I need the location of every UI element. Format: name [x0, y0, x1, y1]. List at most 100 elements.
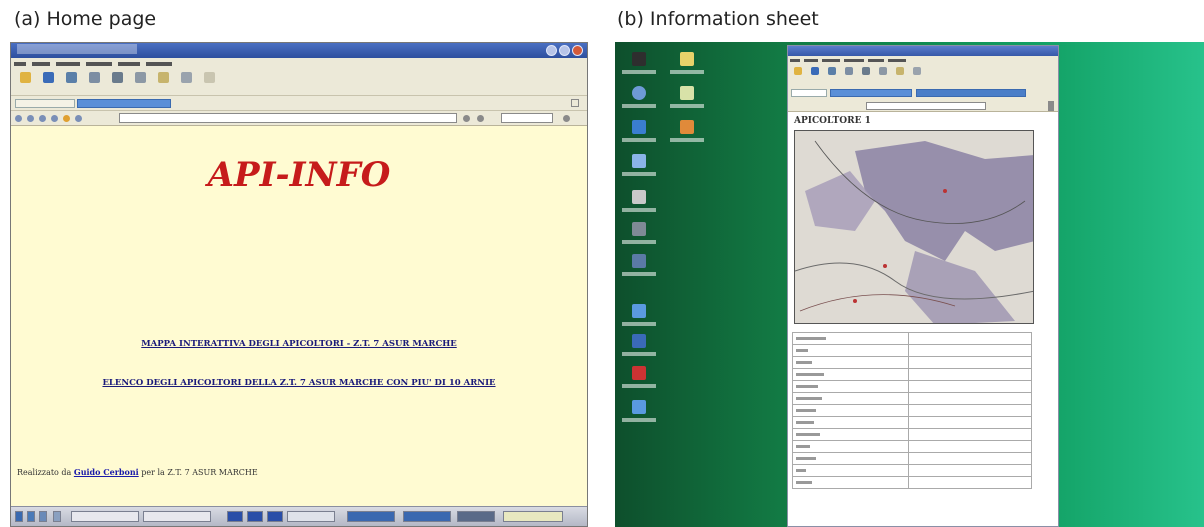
quicklaunch-icon[interactable]: [27, 511, 35, 522]
back-button[interactable]: [791, 67, 805, 87]
desktop-icon-folder[interactable]: [667, 52, 707, 86]
forward-arrow-icon: [811, 67, 819, 75]
minimize-icon[interactable]: [546, 45, 557, 56]
url-input[interactable]: [866, 102, 986, 110]
start-icon[interactable]: [15, 511, 23, 522]
stop-button[interactable]: [825, 67, 839, 87]
link-chip[interactable]: [15, 99, 75, 108]
forward-button[interactable]: [808, 67, 822, 87]
search-icon: [879, 67, 887, 75]
desktop-icon-document[interactable]: [619, 120, 659, 154]
desktop-icon-network-share[interactable]: [619, 304, 659, 338]
taskbar-window-button[interactable]: [71, 511, 139, 522]
window-titlebar[interactable]: [788, 46, 1058, 56]
refresh-button[interactable]: [85, 72, 104, 95]
quicklaunch-icon[interactable]: [39, 511, 47, 522]
active-tab[interactable]: [916, 89, 1026, 97]
desktop-icon-shortcut[interactable]: [619, 400, 659, 434]
close-icon[interactable]: [572, 45, 583, 56]
desktop-icon-media[interactable]: [619, 366, 659, 400]
nav-back-icon[interactable]: [15, 115, 22, 122]
table-row: [792, 356, 1032, 369]
menu-item-favorites[interactable]: [844, 59, 864, 62]
menu-item-view[interactable]: [822, 59, 840, 62]
desktop-icon-tool[interactable]: [619, 52, 659, 86]
desktop-icon-trash[interactable]: [667, 120, 707, 154]
favorites-star-icon: [896, 67, 904, 75]
credit-author-link[interactable]: Guido Cerboni: [74, 467, 139, 477]
tray-icon[interactable]: [227, 511, 243, 522]
history-button[interactable]: [200, 72, 219, 95]
desktop-icon-globe[interactable]: [619, 86, 659, 120]
tray-map-thumbnail[interactable]: [403, 511, 451, 522]
tray-grid-icon[interactable]: [457, 511, 495, 522]
print-button[interactable]: [177, 72, 196, 95]
search-button[interactable]: [876, 67, 890, 87]
menu-item-file[interactable]: [14, 62, 26, 66]
desktop-icon-application[interactable]: [619, 254, 659, 288]
tray-icon[interactable]: [267, 511, 283, 522]
territory-map[interactable]: [794, 130, 1034, 324]
desktop-icon-star[interactable]: [619, 190, 659, 224]
stop-icon: [828, 67, 836, 75]
menu-item-tools[interactable]: [868, 59, 884, 62]
tray-icons-group[interactable]: [287, 511, 335, 522]
url-input[interactable]: [119, 113, 457, 123]
nav-stop-icon[interactable]: [39, 115, 46, 122]
quicklaunch-icon[interactable]: [53, 511, 61, 522]
menu-item-edit[interactable]: [804, 59, 818, 62]
nav-home-icon[interactable]: [63, 115, 70, 122]
tray-icon[interactable]: [247, 511, 263, 522]
link-interactive-map[interactable]: MAPPA INTERATTIVA DEGLI APICOLTORI - Z.T…: [11, 339, 587, 349]
tab[interactable]: [830, 89, 912, 97]
table-row: [792, 476, 1032, 489]
home-page-screenshot: API-INFO MAPPA INTERATTIVA DEGLI APICOLT…: [10, 42, 588, 527]
search-input[interactable]: [501, 113, 553, 123]
table-row: [792, 416, 1032, 429]
refresh-button[interactable]: [842, 67, 856, 87]
menu-item-file[interactable]: [790, 59, 800, 62]
scrollbar-thumb[interactable]: [1048, 101, 1054, 111]
print-button[interactable]: [910, 67, 924, 87]
tray-clock[interactable]: [503, 511, 563, 522]
credit-line: Realizzato da Guido Cerboni per la Z.T. …: [17, 467, 258, 477]
active-tab[interactable]: [77, 99, 171, 108]
back-button[interactable]: [16, 72, 35, 95]
menu-item-help[interactable]: [146, 62, 172, 66]
desktop-icon-tools[interactable]: [619, 222, 659, 256]
home-icon: [112, 72, 123, 83]
desktop-icon-notepad[interactable]: [667, 86, 707, 120]
forward-button[interactable]: [39, 72, 58, 95]
menu-item-favorites[interactable]: [86, 62, 112, 66]
menu-item-help[interactable]: [888, 59, 906, 62]
table-row: [792, 332, 1032, 345]
taskbar-window-button[interactable]: [143, 511, 211, 522]
search-button[interactable]: [131, 72, 150, 95]
favorites-button[interactable]: [893, 67, 907, 87]
link-chip[interactable]: [791, 89, 827, 97]
go-icon[interactable]: [463, 115, 470, 122]
tab-menu-icon[interactable]: [571, 99, 579, 107]
menu-item-view[interactable]: [56, 62, 80, 66]
tray-map-thumbnail[interactable]: [347, 511, 395, 522]
menu-item-tools[interactable]: [118, 62, 140, 66]
stop-button[interactable]: [62, 72, 81, 95]
desktop-icon-network[interactable]: [619, 154, 659, 188]
links-bar: [788, 87, 1058, 100]
favorites-button[interactable]: [154, 72, 173, 95]
nav-edit-icon[interactable]: [75, 115, 82, 122]
window-titlebar[interactable]: [11, 43, 587, 58]
home-button[interactable]: [859, 67, 873, 87]
rss-icon[interactable]: [477, 115, 484, 122]
nav-forward-icon[interactable]: [27, 115, 34, 122]
search-go-icon[interactable]: [563, 115, 570, 122]
maximize-icon[interactable]: [559, 45, 570, 56]
link-beekeepers-list[interactable]: ELENCO DEGLI APICOLTORI DELLA Z.T. 7 ASU…: [11, 378, 587, 388]
home-button[interactable]: [108, 72, 127, 95]
nav-refresh-icon[interactable]: [51, 115, 58, 122]
table-row: [792, 464, 1032, 477]
page-content: API-INFO MAPPA INTERATTIVA DEGLI APICOLT…: [11, 127, 587, 508]
desktop-icon-program[interactable]: [619, 334, 659, 368]
search-icon: [135, 72, 146, 83]
menu-item-edit[interactable]: [32, 62, 50, 66]
